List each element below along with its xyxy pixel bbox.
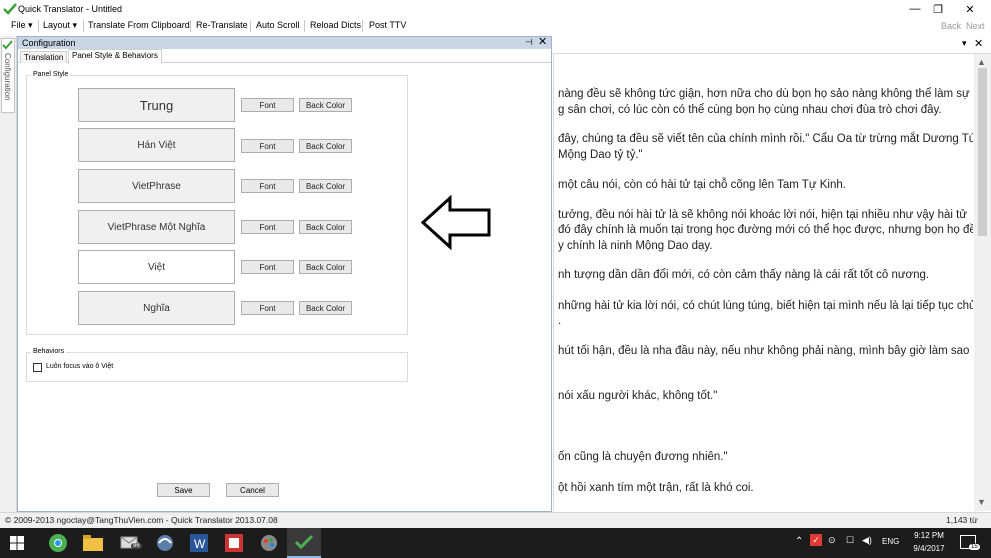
check-icon — [2, 40, 13, 50]
tray-time[interactable]: 9:12 PM — [910, 531, 948, 540]
tray-volume-icon[interactable]: ◀) — [862, 535, 872, 546]
menu-separator — [190, 20, 191, 32]
menu-auto-scroll[interactable]: Auto Scroll — [256, 20, 300, 30]
panel-style-label: Panel Style — [31, 71, 71, 78]
start-windows-icon[interactable] — [4, 531, 30, 555]
tray-antivirus-icon[interactable]: ✓ — [810, 534, 822, 546]
menu-separator — [304, 20, 305, 32]
behaviors-label: Behaviors — [31, 348, 67, 355]
sidebar-tab-label: Configuration — [3, 53, 12, 101]
tray-network-icon[interactable]: ⊙ — [828, 535, 836, 546]
back-color-button-viet[interactable]: Back Color — [299, 260, 352, 274]
tray-language-indicator[interactable]: ENG — [882, 537, 899, 546]
menu-layout[interactable]: Layout ▾ — [43, 20, 77, 31]
menu-translate-clipboard[interactable]: Translate From Clipboard — [88, 20, 190, 30]
menu-bar: File ▾ Layout ▾ Translate From Clipboard… — [0, 18, 991, 34]
font-button-trung[interactable]: Font — [241, 98, 294, 112]
font-button-nghia[interactable]: Font — [241, 301, 294, 315]
font-button-han-viet[interactable]: Font — [241, 139, 294, 153]
text-line: nói xấu người khác, không tốt." — [558, 390, 718, 402]
pdf-app-icon[interactable] — [221, 531, 247, 555]
window-title: Quick Translator - Untitled — [18, 4, 123, 14]
menu-reload-dicts[interactable]: Reload Dicts — [310, 20, 361, 30]
text-line: tưởng, đều nói hài tử là sẽ không nói kh… — [558, 209, 968, 221]
svg-text:W: W — [194, 537, 206, 551]
configuration-title: Configuration — [22, 38, 76, 48]
output-panel-header — [553, 36, 991, 54]
tab-panel-style-behaviors[interactable]: Panel Style & Behaviors — [68, 49, 162, 64]
text-line: nh tượng dần dần đổi mới, có còn cảm thấ… — [558, 269, 930, 281]
pin-icon[interactable]: ⊣ — [525, 37, 533, 48]
style-preview-vietphrase-mot-nghia[interactable]: VietPhrase Một Nghĩa — [78, 210, 235, 244]
title-bar — [0, 0, 991, 18]
restore-button[interactable]: ❐ — [923, 0, 953, 18]
style-preview-trung[interactable]: Trung — [78, 88, 235, 122]
text-line: nàng đều sẽ không tức giận, hơn nữa cho … — [558, 88, 970, 100]
text-line: Mộng Dao tỷ tỷ." — [558, 149, 643, 161]
focus-viet-checkbox[interactable] — [33, 363, 42, 372]
text-line: đó đây chính là muốn tại trong học đường… — [558, 224, 973, 236]
close-output-button[interactable]: ✕ — [974, 37, 983, 50]
scroll-down-arrow-icon[interactable]: ▼ — [977, 497, 986, 507]
close-window-button[interactable]: ✕ — [955, 0, 985, 18]
style-preview-han-viet[interactable]: Hán Việt — [78, 128, 235, 162]
tray-up-icon[interactable]: ⌃ — [795, 536, 803, 547]
text-line: hút tối hận, đều là nha đầu này, nếu như… — [558, 345, 973, 357]
back-color-button-vietphrase[interactable]: Back Color — [299, 179, 352, 193]
chevron-down-icon[interactable]: ▾ — [962, 38, 967, 49]
text-line: ốn cũng là chuyện đương nhiên." — [558, 451, 728, 463]
style-preview-vietphrase[interactable]: VietPhrase — [78, 169, 235, 203]
mail-badge: 96 — [131, 543, 142, 549]
text-line: một câu nói, còn có hài tử tại chỗ cõng … — [558, 179, 846, 191]
tray-date[interactable]: 9/4/2017 — [908, 544, 950, 553]
back-color-button-trung[interactable]: Back Color — [299, 98, 352, 112]
font-button-vietphrase-mot-nghia[interactable]: Font — [241, 220, 294, 234]
quick-translator-taskbar-icon[interactable] — [287, 528, 321, 558]
close-panel-button[interactable]: ✕ — [538, 36, 547, 48]
browser-app-icon[interactable] — [152, 531, 178, 555]
scroll-up-arrow-icon[interactable]: ▲ — [977, 57, 986, 67]
chrome-app-icon[interactable] — [45, 531, 71, 555]
text-line: đây, chúng ta đều sẽ viết tên của chính … — [558, 133, 973, 145]
back-color-button-han-viet[interactable]: Back Color — [299, 139, 352, 153]
back-color-button-vietphrase-mot-nghia[interactable]: Back Color — [299, 220, 352, 234]
font-button-vietphrase[interactable]: Font — [241, 179, 294, 193]
scrollbar-thumb[interactable] — [978, 68, 987, 236]
tab-translation[interactable]: Translation — [20, 51, 68, 63]
word-app-icon[interactable]: W — [186, 531, 212, 555]
windows-taskbar — [0, 528, 991, 558]
back-color-button-nghia[interactable]: Back Color — [299, 301, 352, 315]
menu-post-ttv[interactable]: Post TTV — [369, 20, 406, 30]
style-preview-viet[interactable]: Việt — [78, 250, 235, 284]
menu-separator — [38, 20, 39, 32]
next-button[interactable]: Next — [966, 21, 985, 31]
notification-count-badge: 15 — [969, 544, 980, 550]
save-button[interactable]: Save — [157, 483, 210, 497]
text-line: những hài tử kia lời nói, có chút lúng t… — [558, 300, 973, 312]
text-line: y chính là ninh Mộng Dao dạy. — [558, 240, 713, 252]
cancel-button[interactable]: Cancel — [226, 483, 279, 497]
text-line: g sân chơi, có lúc còn có thể cùng bọn h… — [558, 104, 942, 116]
menu-retranslate[interactable]: Re-Translate — [196, 20, 248, 30]
status-word-count: 1,143 từ — [946, 515, 978, 525]
mail-app-icon[interactable]: 96 — [117, 531, 143, 555]
left-arrow-annotation-icon — [420, 195, 491, 250]
file-explorer-icon[interactable] — [80, 531, 106, 555]
configuration-header — [18, 37, 551, 49]
back-button[interactable]: Back — [941, 21, 961, 31]
menu-separator — [362, 20, 363, 32]
font-button-viet[interactable]: Font — [241, 260, 294, 274]
paint-app-icon[interactable] — [256, 531, 282, 555]
menu-file[interactable]: File ▾ — [11, 20, 33, 31]
translation-output[interactable]: nàng đều sẽ không tức giận, hơn nữa cho … — [553, 54, 973, 511]
focus-viet-label: Luôn focus vào ô Việt — [46, 363, 114, 370]
tray-chat-icon[interactable]: ☐ — [846, 535, 854, 546]
menu-separator — [250, 20, 251, 32]
app-check-icon — [3, 3, 17, 15]
style-preview-nghia[interactable]: Nghĩa — [78, 291, 235, 325]
text-line: ột hồi xanh tím một trận, rất là khó coi… — [558, 482, 754, 494]
status-copyright: © 2009-2013 ngoctay@TangThuVien.com - Qu… — [5, 515, 278, 525]
text-line: . — [558, 315, 562, 327]
menu-separator — [83, 20, 84, 32]
